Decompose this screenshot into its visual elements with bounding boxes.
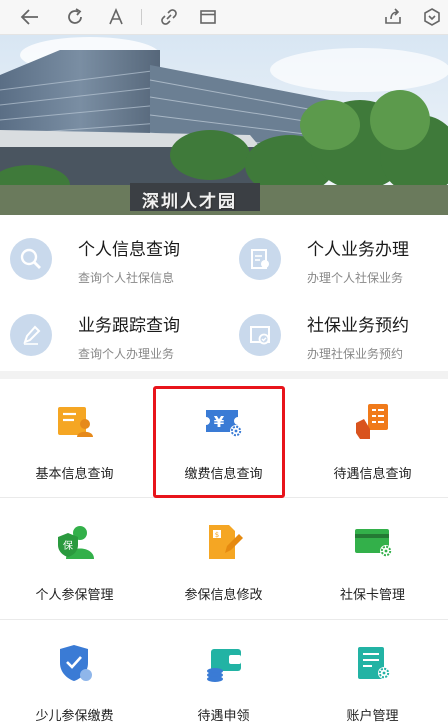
edit-document-icon: $ (208, 525, 243, 559)
hand-checklist-icon (355, 404, 388, 439)
share-icon[interactable] (380, 5, 406, 29)
quick-item-personal-info-query[interactable]: 个人信息查询 查询个人社保信息 (0, 221, 224, 291)
grid-item-label: 待遇申领 (197, 709, 250, 724)
section-divider (0, 371, 448, 379)
font-size-icon[interactable] (103, 5, 129, 29)
banner-image: 深圳人才园 (0, 35, 448, 215)
card-gear-icon (354, 529, 392, 557)
svg-text:保: 保 (63, 539, 73, 552)
quick-item-title: 业务跟踪查询 (78, 316, 180, 336)
grid-item-label: 参保信息修改 (184, 588, 263, 603)
insured-person-icon: 保 (57, 526, 94, 559)
quick-item-subtitle: 查询个人办理业务 (78, 347, 175, 361)
grid-item-label: 少儿参保缴费 (35, 709, 114, 724)
wallet-coins-icon (206, 649, 241, 682)
quick-services: 个人信息查询 查询个人社保信息 个人业务办理 办理个人社保业务 业务跟踪查询 查… (0, 215, 448, 371)
grid-item-social-security-card[interactable]: 社保卡管理 (298, 499, 447, 621)
grid-item-personal-insurance-management[interactable]: 保 个人参保管理 (0, 499, 149, 621)
browser-toolbar (0, 0, 448, 35)
quick-item-business-tracking[interactable]: 业务跟踪查询 查询个人办理业务 (0, 297, 224, 367)
quick-item-subtitle: 办理个人社保业务 (307, 271, 404, 285)
grid-item-insurance-info-edit[interactable]: $ 参保信息修改 (149, 499, 298, 621)
grid-item-benefit-info-query[interactable]: 待遇信息查询 (298, 379, 447, 501)
grid-item-account-management[interactable]: 账户管理 (298, 621, 447, 726)
pen-icon (10, 314, 52, 356)
grid-item-benefit-claim[interactable]: 待遇申领 (149, 621, 298, 726)
banner-sign-text: 深圳人才园 (142, 192, 237, 212)
toolbar-divider (141, 9, 142, 25)
grid-item-label: 个人参保管理 (35, 588, 114, 603)
shield-check-icon (59, 645, 92, 681)
profile-card-icon (57, 407, 93, 437)
search-icon (10, 238, 52, 280)
quick-item-title: 社保业务预约 (307, 316, 409, 336)
link-icon[interactable] (156, 5, 182, 29)
back-arrow-icon[interactable] (17, 5, 43, 29)
refresh-icon[interactable] (62, 5, 88, 29)
grid-item-basic-info-query[interactable]: 基本信息查询 (0, 379, 149, 501)
grid-item-child-insurance-payment[interactable]: 少儿参保缴费 (0, 621, 149, 726)
quick-item-personal-business[interactable]: 个人业务办理 办理个人社保业务 (229, 221, 448, 291)
quick-item-subtitle: 办理社保业务预约 (307, 347, 404, 361)
form-star-icon (239, 238, 281, 280)
quick-item-subtitle: 查询个人社保信息 (78, 271, 175, 285)
quick-item-title: 个人信息查询 (78, 240, 180, 260)
calendar-check-icon (239, 314, 281, 356)
highlight-box (153, 386, 285, 498)
grid-item-label: 账户管理 (346, 709, 399, 724)
quick-item-appointment[interactable]: 社保业务预约 办理社保业务预约 (229, 297, 448, 367)
svg-text:$: $ (214, 531, 218, 539)
grid-item-label: 基本信息查询 (35, 467, 114, 482)
quick-item-title: 个人业务办理 (307, 240, 409, 260)
window-icon[interactable] (195, 5, 221, 29)
bookmark-icon[interactable] (419, 5, 445, 29)
grid-item-label: 待遇信息查询 (333, 467, 412, 482)
account-gear-icon (357, 647, 390, 679)
grid-item-label: 社保卡管理 (339, 588, 405, 603)
